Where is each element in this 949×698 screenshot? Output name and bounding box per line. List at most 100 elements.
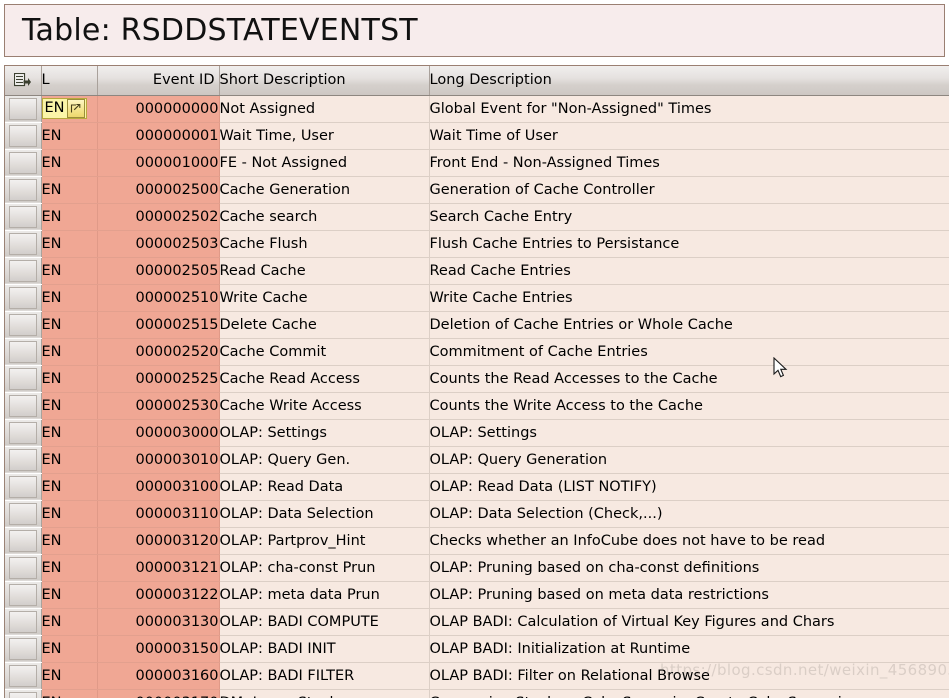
cell-long-description[interactable]: OLAP: Read Data (LIST NOTIFY): [429, 473, 949, 501]
row-select-cell[interactable]: [5, 527, 42, 555]
table-row[interactable]: EN 000003110 OLAP: Data Selection OLAP: Dat…: [5, 500, 949, 528]
row-select-cell[interactable]: [5, 392, 42, 420]
cell-short-description[interactable]: Cache Read Access: [219, 365, 430, 393]
cell-language[interactable]: EN: [41, 230, 98, 258]
row-select-button[interactable]: [8, 341, 37, 363]
table-row[interactable]: EN 000000001 Wait Time, User Wait Time of U…: [5, 122, 949, 150]
cell-long-description[interactable]: Front End - Non-Assigned Times: [429, 149, 949, 177]
cell-short-description[interactable]: DM: Layer Stack: [219, 689, 430, 698]
cell-short-description[interactable]: Cache Write Access: [219, 392, 430, 420]
cell-event-id[interactable]: 000000001: [97, 122, 220, 150]
row-select-button[interactable]: [8, 584, 37, 606]
cell-short-description[interactable]: OLAP: cha-const Prun: [219, 554, 430, 582]
row-select-cell[interactable]: [5, 500, 42, 528]
cell-event-id[interactable]: 000003130: [97, 608, 220, 636]
cell-language[interactable]: EN: [41, 257, 98, 285]
row-select-button[interactable]: [8, 557, 37, 579]
cell-long-description[interactable]: Wait Time of User: [429, 122, 949, 150]
cell-event-id[interactable]: 000003170: [97, 689, 220, 698]
cell-language[interactable]: EN: [41, 500, 98, 528]
selected-cell-editor[interactable]: EN: [41, 97, 87, 119]
table-row[interactable]: EN 000003170DM: Layer Stack Conversion Sta…: [5, 689, 949, 698]
cell-language[interactable]: EN: [41, 581, 98, 609]
table-row[interactable]: EN 000002515 Delete Cache Deletion of Cache…: [5, 311, 949, 339]
cell-short-description[interactable]: OLAP: Data Selection: [219, 500, 430, 528]
cell-event-id[interactable]: 000000000: [97, 95, 220, 123]
cell-short-description[interactable]: Cache Flush: [219, 230, 430, 258]
table-row[interactable]: EN 000002520 Cache Commit Commitment of Cac…: [5, 338, 949, 366]
row-select-button[interactable]: [8, 530, 37, 552]
cell-language[interactable]: EN: [41, 284, 98, 312]
row-select-button[interactable]: [8, 449, 37, 471]
cell-long-description[interactable]: Write Cache Entries: [429, 284, 949, 312]
cell-language[interactable]: EN: [41, 338, 98, 366]
cell-long-description[interactable]: OLAP: Pruning based on cha-const definit…: [429, 554, 949, 582]
cell-language[interactable]: EN: [41, 608, 98, 636]
cell-event-id[interactable]: 000002515: [97, 311, 220, 339]
row-select-cell[interactable]: [5, 473, 42, 501]
row-select-button[interactable]: [8, 611, 37, 633]
cell-language[interactable]: EN: [41, 446, 98, 474]
table-row[interactable]: EN 000002525 Cache Read Access Counts the R…: [5, 365, 949, 393]
row-select-cell[interactable]: [5, 203, 42, 231]
cell-event-id[interactable]: 000003122: [97, 581, 220, 609]
cell-event-id[interactable]: 000003160: [97, 662, 220, 690]
cell-short-description[interactable]: OLAP: BADI FILTER: [219, 662, 430, 690]
cell-long-description[interactable]: Checks whether an InfoCube does not have…: [429, 527, 949, 555]
cell-event-id[interactable]: 000002520: [97, 338, 220, 366]
cell-event-id[interactable]: 000002510: [97, 284, 220, 312]
cell-long-description[interactable]: Read Cache Entries: [429, 257, 949, 285]
table-row[interactable]: EN 000003100 OLAP: Read Data OLAP: Read Dat…: [5, 473, 949, 501]
cell-long-description[interactable]: Flush Cache Entries to Persistance: [429, 230, 949, 258]
row-select-button[interactable]: [8, 368, 37, 390]
column-header-event-id[interactable]: Event ID: [97, 66, 220, 96]
column-header-long-description[interactable]: Long Description: [429, 66, 949, 96]
cell-long-description[interactable]: OLAP: Data Selection (Check,...): [429, 500, 949, 528]
select-all-header-cell[interactable]: [5, 66, 42, 96]
cell-language[interactable]: EN: [41, 149, 98, 177]
cell-event-id[interactable]: 000003150: [97, 635, 220, 663]
table-row[interactable]: EN 000003150 OLAP: BADI INIT OLAP BADI: Ini…: [5, 635, 949, 663]
cell-short-description[interactable]: OLAP: meta data Prun: [219, 581, 430, 609]
cell-language[interactable]: EN: [41, 662, 98, 690]
table-row[interactable]: EN 000002503 Cache Flush Flush Cache Entrie…: [5, 230, 949, 258]
row-select-cell[interactable]: [5, 230, 42, 258]
cell-short-description[interactable]: OLAP: BADI INIT: [219, 635, 430, 663]
cell-language[interactable]: EN: [41, 311, 98, 339]
cell-short-description[interactable]: Not Assigned: [219, 95, 430, 123]
cell-language[interactable]: EN: [41, 473, 98, 501]
cell-event-id[interactable]: 000002530: [97, 392, 220, 420]
cell-long-description[interactable]: OLAP BADI: Initialization at Runtime: [429, 635, 949, 663]
table-row[interactable]: EN 000000000 Not Assigned Global Event for …: [5, 95, 949, 123]
cell-language[interactable]: EN: [41, 122, 98, 150]
table-row[interactable]: EN 000003160 OLAP: BADI FILTER OLAP BADI: F…: [5, 662, 949, 690]
cell-short-description[interactable]: Cache Commit: [219, 338, 430, 366]
row-select-button[interactable]: [8, 233, 37, 255]
column-header-language[interactable]: L: [41, 66, 98, 96]
cell-language[interactable]: EN: [41, 527, 98, 555]
row-select-button[interactable]: [8, 152, 37, 174]
cell-long-description[interactable]: Search Cache Entry: [429, 203, 949, 231]
cell-language[interactable]: EN: [41, 419, 98, 447]
cell-event-id[interactable]: 000002500: [97, 176, 220, 204]
cell-event-id[interactable]: 000003100: [97, 473, 220, 501]
cell-language[interactable]: EN: [41, 203, 98, 231]
cell-long-description[interactable]: Global Event for "Non-Assigned" Times: [429, 95, 949, 123]
cell-long-description[interactable]: Conversion Stack -> Calc. Scenario, Crea…: [429, 689, 949, 698]
table-row[interactable]: EN 000003120 OLAP: Partprov_Hint Checks whe…: [5, 527, 949, 555]
row-select-button[interactable]: [8, 125, 37, 147]
row-select-cell[interactable]: [5, 662, 42, 690]
row-select-cell[interactable]: [5, 95, 42, 123]
row-select-cell[interactable]: [5, 365, 42, 393]
cell-language[interactable]: EN: [41, 689, 98, 698]
cell-long-description[interactable]: OLAP: Query Generation: [429, 446, 949, 474]
table-row[interactable]: EN 000002502 Cache search Search Cache Entr…: [5, 203, 949, 231]
row-select-cell[interactable]: [5, 635, 42, 663]
cell-event-id[interactable]: 000002503: [97, 230, 220, 258]
cell-event-id[interactable]: 000003120: [97, 527, 220, 555]
row-select-button[interactable]: [8, 476, 37, 498]
row-select-button[interactable]: [8, 638, 37, 660]
table-row[interactable]: EN 000002510 Write Cache Write Cache Entrie…: [5, 284, 949, 312]
cell-long-description[interactable]: OLAP BADI: Filter on Relational Browse: [429, 662, 949, 690]
table-row[interactable]: EN 000003010 OLAP: Query Gen. OLAP: Query G…: [5, 446, 949, 474]
